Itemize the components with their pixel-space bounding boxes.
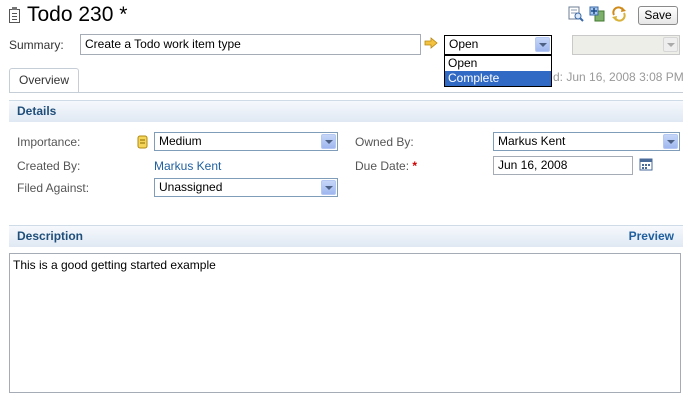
created-by-label: Created By: [17,159,81,173]
description-header: Description Preview [9,225,683,247]
filed-against-label: Filed Against: [17,181,90,195]
find-icon[interactable] [568,6,584,22]
save-button[interactable]: Save [638,6,678,25]
calendar-icon[interactable] [639,157,653,171]
status-option-open[interactable]: Open [445,56,551,71]
filed-against-value: Unassigned [159,180,223,194]
required-marker: * [412,159,418,173]
owned-by-label: Owned By: [355,135,414,149]
filed-against-select[interactable]: Unassigned [154,178,338,197]
tab-divider [9,92,683,93]
arrow-right-icon [424,37,438,49]
due-date-label: Due Date: * [355,159,417,173]
owned-by-value: Markus Kent [498,134,566,148]
status-select[interactable]: Open [444,35,552,55]
tab-overview[interactable]: Overview [9,68,79,93]
modified-date: d: Jun 16, 2008 3:08 PM [553,70,684,84]
add-link-icon[interactable] [589,6,605,22]
status-selected-value: Open [449,37,479,51]
importance-value: Medium [159,134,202,148]
refresh-icon[interactable] [611,6,627,22]
description-textarea[interactable]: This is a good getting started example [9,253,681,393]
importance-icon [137,135,148,149]
description-title: Description [17,229,84,243]
preview-link[interactable]: Preview [629,226,674,246]
page-title: Todo 230 * [27,3,128,26]
chevron-down-icon[interactable] [321,134,336,149]
chevron-down-icon [663,37,678,52]
chevron-down-icon[interactable] [663,134,678,149]
due-date-label-text: Due Date: [355,159,410,173]
chevron-down-icon[interactable] [321,180,336,195]
chevron-down-icon[interactable] [535,37,550,52]
details-header: Details [9,100,683,122]
summary-input[interactable]: Create a Todo work item type [80,34,421,55]
summary-label: Summary: [9,38,64,52]
importance-label: Importance: [17,135,81,149]
created-by-link[interactable]: Markus Kent [154,159,221,173]
owned-by-select[interactable]: Markus Kent [493,132,680,151]
due-date-input[interactable]: Jun 16, 2008 [493,156,633,175]
status-dropdown-list: Open Complete [444,55,552,87]
importance-select[interactable]: Medium [154,132,338,151]
status-option-complete[interactable]: Complete [445,71,551,86]
work-item-icon [9,7,20,23]
resolution-select[interactable] [572,35,680,55]
